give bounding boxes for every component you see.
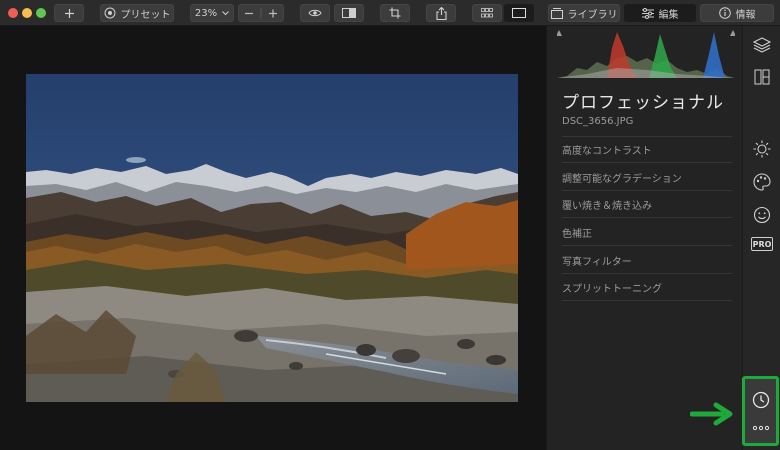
smiley-icon (753, 206, 771, 224)
clock-icon (752, 391, 770, 409)
panel-title: プロフェッショナル (562, 93, 724, 113)
crop-button[interactable] (380, 4, 410, 22)
info-tab[interactable]: 情報 (700, 4, 774, 22)
window-toolbar: プリセット 23% ライブラリ 編集 情報 (0, 0, 780, 26)
filter-color-balance[interactable]: 色補正 (562, 225, 592, 240)
edit-tab[interactable]: 編集 (624, 4, 696, 22)
color-button[interactable] (751, 171, 773, 193)
filter-photo-filter[interactable]: 写真フィルター (562, 253, 632, 268)
history-button[interactable] (750, 389, 772, 411)
edit-label: 編集 (658, 9, 679, 21)
zoom-select[interactable]: 23% (190, 4, 234, 22)
photo-preview (26, 74, 518, 402)
divider (562, 300, 732, 301)
more-button[interactable] (750, 421, 772, 435)
green-arrow-icon (690, 402, 733, 426)
image-canvas[interactable] (0, 26, 546, 450)
share-button[interactable] (426, 4, 456, 22)
info-icon (718, 7, 731, 19)
add-button[interactable] (54, 4, 84, 22)
filter-dodge-burn[interactable]: 覆い焼き＆焼き込み (562, 197, 652, 212)
crop-icon (389, 7, 401, 19)
layers-icon (753, 37, 771, 53)
file-name: DSC_3656.JPG (562, 116, 634, 127)
grid-view-button[interactable] (472, 4, 502, 22)
divider (562, 162, 732, 163)
single-image-icon (512, 8, 526, 18)
filter-graduated[interactable]: 調整可能なグラデーション (562, 170, 682, 185)
history-highlight-box (742, 376, 779, 446)
columns-icon (754, 69, 770, 85)
crop-compare-button[interactable] (751, 66, 773, 88)
single-view-button[interactable] (504, 4, 534, 22)
portrait-button[interactable] (751, 204, 773, 226)
split-view-icon (342, 8, 356, 18)
filter-split-toning[interactable]: スプリットトーニング (562, 280, 662, 295)
divider (562, 245, 732, 246)
preview-toggle-button[interactable] (300, 4, 330, 22)
compare-button[interactable] (334, 4, 364, 22)
histogram (557, 30, 735, 78)
filter-advanced-contrast[interactable]: 高度なコントラスト (562, 142, 652, 157)
divider (562, 217, 732, 218)
preset-icon (104, 7, 115, 19)
plus-icon (64, 8, 74, 18)
close-window-button[interactable] (8, 8, 18, 18)
eye-icon (308, 9, 322, 17)
palette-icon (753, 173, 771, 191)
pro-tools-button[interactable]: PRO (751, 237, 773, 251)
preset-button[interactable]: プリセット (100, 4, 174, 22)
landscape-photo (26, 74, 518, 402)
sliders-icon (641, 7, 654, 19)
zoom-value: 23% (194, 7, 218, 19)
chevron-down-icon (222, 10, 229, 15)
layers-button[interactable] (751, 34, 773, 56)
more-dots-icon (752, 425, 770, 431)
zoom-stepper-icons (245, 7, 277, 19)
divider (562, 190, 732, 191)
library-tab[interactable]: ライブラリ (548, 4, 620, 22)
info-label: 情報 (735, 9, 756, 21)
zoom-window-button[interactable] (36, 8, 46, 18)
divider (562, 136, 732, 137)
divider (562, 273, 732, 274)
minimize-window-button[interactable] (22, 8, 32, 18)
light-button[interactable] (751, 138, 773, 160)
library-icon (550, 7, 563, 19)
adjustments-panel: プロフェッショナル DSC_3656.JPG 高度なコントラスト 調整可能なグラ… (546, 26, 742, 450)
sun-icon (753, 140, 771, 158)
share-icon (435, 6, 447, 20)
preset-label: プリセット (120, 9, 171, 21)
library-label: ライブラリ (567, 9, 618, 21)
grid-icon (481, 8, 493, 18)
zoom-stepper[interactable] (238, 4, 284, 22)
